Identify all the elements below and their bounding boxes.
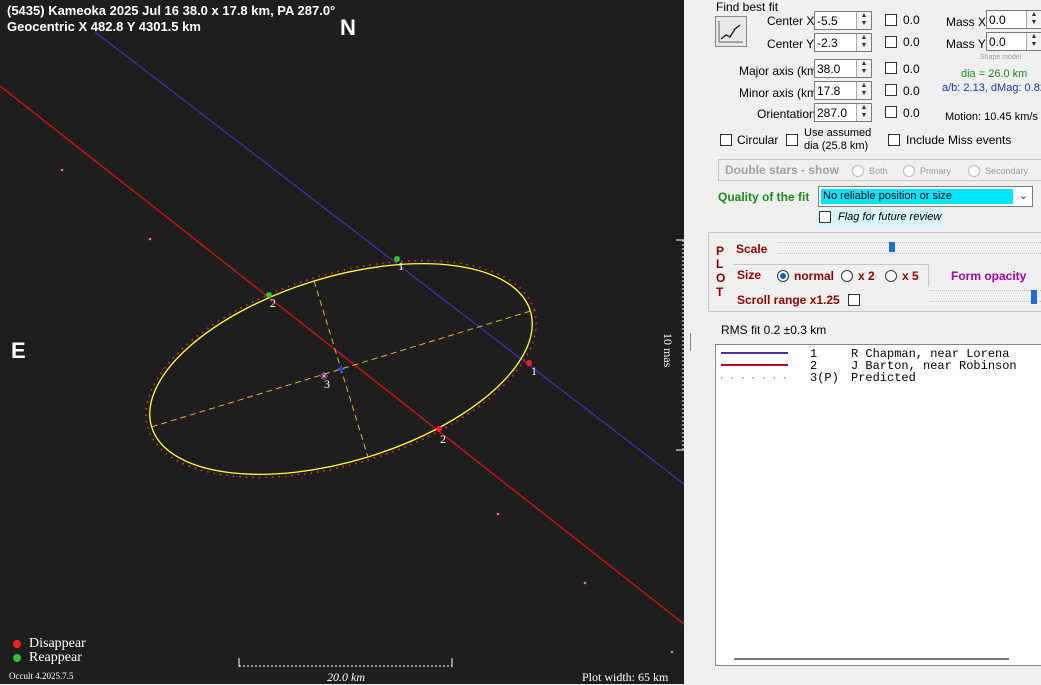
plot-width-label: Plot width: 65 km (582, 670, 669, 684)
form-opacity-label: Form opacity (951, 269, 1027, 283)
mass-x-spinner[interactable]: ▲▼ (986, 10, 1041, 29)
center-y-spinner[interactable]: ▲▼ (814, 33, 872, 52)
quality-select[interactable]: No reliable position or size ⌄ (818, 186, 1033, 207)
major-axis-uncertainty: 0.0 (903, 62, 920, 76)
flag-review-label: Flag for future review (838, 211, 942, 223)
size-normal-label: normal (794, 269, 835, 283)
minor-axis-fix-checkbox[interactable] (885, 84, 897, 96)
chord-1-line (94, 31, 684, 485)
plot-side-letter: O (716, 271, 726, 285)
secondary-radio[interactable] (968, 165, 980, 177)
size-normal-radio[interactable] (777, 270, 789, 282)
size-label: Size (737, 268, 762, 282)
quality-selected-value: No reliable position or size (821, 189, 1013, 204)
center-x-label: Center X (767, 14, 815, 28)
chord-label: 2 (270, 296, 276, 310)
center-marker (338, 366, 344, 372)
scale-slider[interactable] (778, 242, 1041, 254)
major-axis-fix-checkbox[interactable] (885, 62, 897, 74)
scroll-range-checkbox[interactable] (848, 294, 860, 306)
both-radio[interactable] (852, 165, 864, 177)
quality-label: Quality of the fit (718, 190, 810, 204)
opacity-slider[interactable] (930, 290, 1041, 302)
mass-x-label: Mass X (946, 15, 987, 29)
center-x-fix-checkbox[interactable] (885, 14, 897, 26)
chord-label: 1 (398, 259, 404, 273)
major-axis-spinner[interactable]: ▲▼ (814, 59, 872, 78)
orientation-spinner[interactable]: ▲▼ (814, 103, 872, 122)
primary-label: Primary (920, 166, 951, 176)
plot-geocentric: Geocentric X 482.8 Y 4301.5 km (7, 19, 201, 34)
size-x5-radio[interactable] (885, 270, 897, 282)
minor-axis-label: Minor axis (km) (739, 86, 822, 100)
mass-y-label: Mass Y (946, 37, 986, 51)
find-best-fit-label: Find best fit (716, 0, 779, 14)
center-y-uncertainty: 0.0 (903, 35, 920, 49)
orientation-uncertainty: 0.0 (903, 106, 920, 120)
assumed-dia-label-1: Use assumed (804, 127, 872, 139)
flag-review-checkbox[interactable] (819, 211, 831, 223)
orientation-label: Orientation (757, 107, 816, 121)
size-x2-radio[interactable] (841, 270, 853, 282)
double-stars-label: Double stars - show (725, 163, 840, 177)
include-miss-checkbox[interactable] (888, 134, 900, 146)
motion-text: Motion: 10.45 km/s (945, 111, 1038, 123)
find-best-fit-button[interactable] (715, 16, 747, 47)
minor-axis-uncertainty: 0.0 (903, 84, 920, 98)
panel-divider[interactable] (690, 333, 691, 351)
circular-checkbox[interactable] (720, 134, 732, 146)
scale-label: Scale (736, 242, 768, 256)
major-axis-label: Major axis (km) (739, 64, 822, 78)
version-label: Occult 4.2025.7.5 (9, 671, 74, 681)
rms-fit-text: RMS fit 0.2 ±0.3 km (721, 323, 827, 337)
chord-label: 1 (531, 364, 537, 378)
center-x-spinner[interactable]: ▲▼ (814, 11, 872, 30)
primary-radio[interactable] (903, 165, 915, 177)
chord-2-line (0, 85, 684, 625)
mass-y-spinner[interactable]: ▲▼ (986, 32, 1041, 51)
opacity-slider-thumb[interactable] (1031, 290, 1037, 304)
legend-number: 3(P) (810, 371, 839, 385)
scroll-range-label: Scroll range x1.25 (737, 293, 840, 307)
plot-side-letter: P (716, 244, 725, 258)
center-x-uncertainty: 0.0 (903, 13, 920, 27)
north-label: N (340, 15, 356, 40)
orientation-fix-checkbox[interactable] (885, 106, 897, 118)
chord-label: 3 (324, 377, 330, 391)
legend-observer: Predicted (851, 371, 916, 385)
include-miss-label: Include Miss events (906, 133, 1012, 147)
scale-mas-label: 10 mas (661, 333, 675, 368)
legend-scrollbar[interactable] (734, 658, 1009, 660)
plot-area[interactable]: + ✳ (5435) Kameoka 2025 Jul 16 38.0 x 17… (0, 0, 684, 684)
assumed-dia-checkbox[interactable] (786, 134, 798, 146)
diameter-text: dia = 26.0 km (961, 68, 1028, 80)
scalebar-label: 20.0 km (327, 670, 365, 684)
east-label: E (11, 338, 26, 363)
shape-model-label: Shape model (980, 54, 1022, 61)
axis-ratio-text: a/b: 2.13, dMag: 0.82 (942, 82, 1041, 94)
chevron-down-icon: ⌄ (1018, 190, 1028, 202)
legend-reappear: Reappear (29, 650, 82, 665)
fit-curve-icon (718, 21, 743, 43)
observer-legend[interactable]: 1R Chapman, near Lorena 2J Barton, near … (715, 344, 1041, 666)
plot-side-letter: T (716, 285, 724, 299)
plot-title: (5435) Kameoka 2025 Jul 16 38.0 x 17.8 k… (7, 3, 336, 18)
size-x5-label: x 5 (902, 269, 919, 283)
plot-side-letter: L (716, 257, 724, 271)
circular-label: Circular (737, 133, 779, 147)
minor-axis-spinner[interactable]: ▲▼ (814, 81, 872, 100)
chord-label: 2 (440, 432, 446, 446)
both-label: Both (869, 166, 888, 176)
center-y-label: Center Y (767, 37, 815, 51)
size-x2-label: x 2 (858, 269, 875, 283)
scale-slider-thumb[interactable] (888, 242, 895, 252)
plot-canvas: + ✳ (0, 31, 684, 667)
center-y-fix-checkbox[interactable] (885, 36, 897, 48)
assumed-dia-label-2: dia (25.8 km) (804, 140, 869, 152)
secondary-label: Secondary (985, 166, 1029, 176)
